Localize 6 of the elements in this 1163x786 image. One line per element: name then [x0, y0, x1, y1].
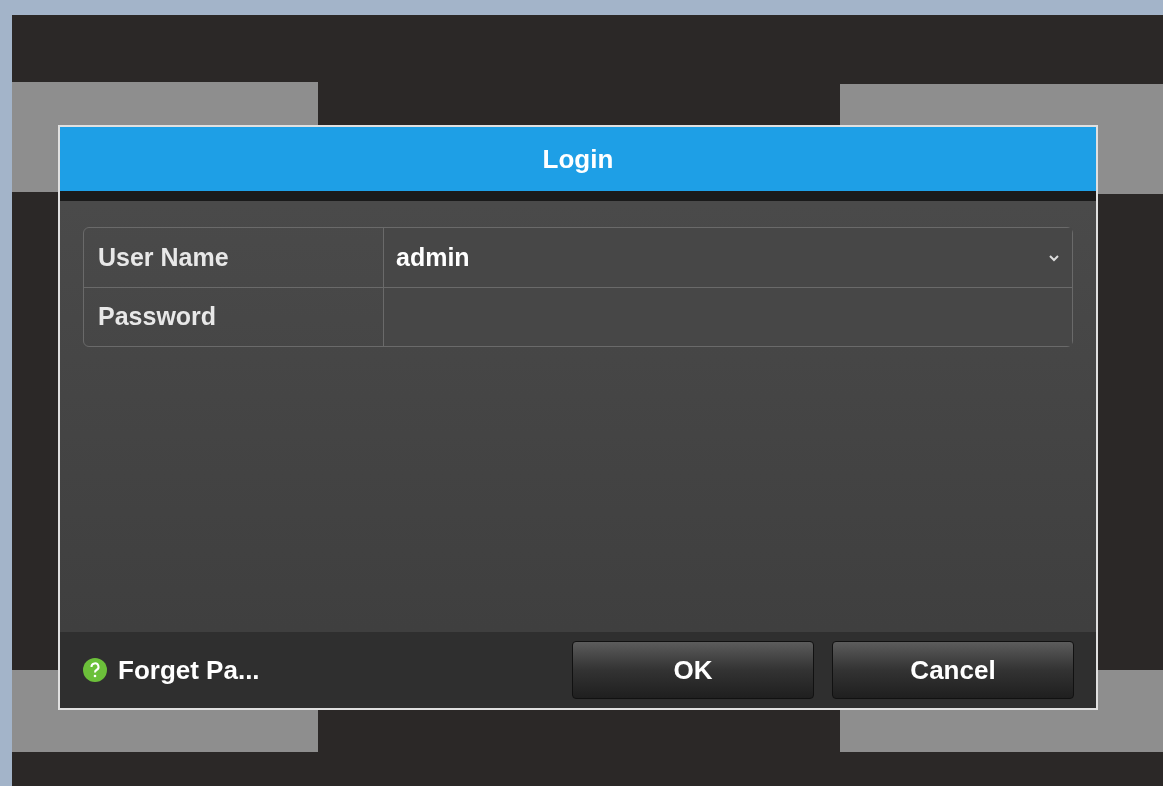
forgot-password-link[interactable]: Forget Pa...	[82, 650, 260, 690]
help-icon	[82, 657, 108, 683]
dialog-title: Login	[542, 142, 614, 176]
chevron-down-icon	[1048, 253, 1060, 262]
dialog-button[interactable]: OK	[572, 641, 814, 699]
dialog-button[interactable]: Cancel	[832, 641, 1074, 699]
